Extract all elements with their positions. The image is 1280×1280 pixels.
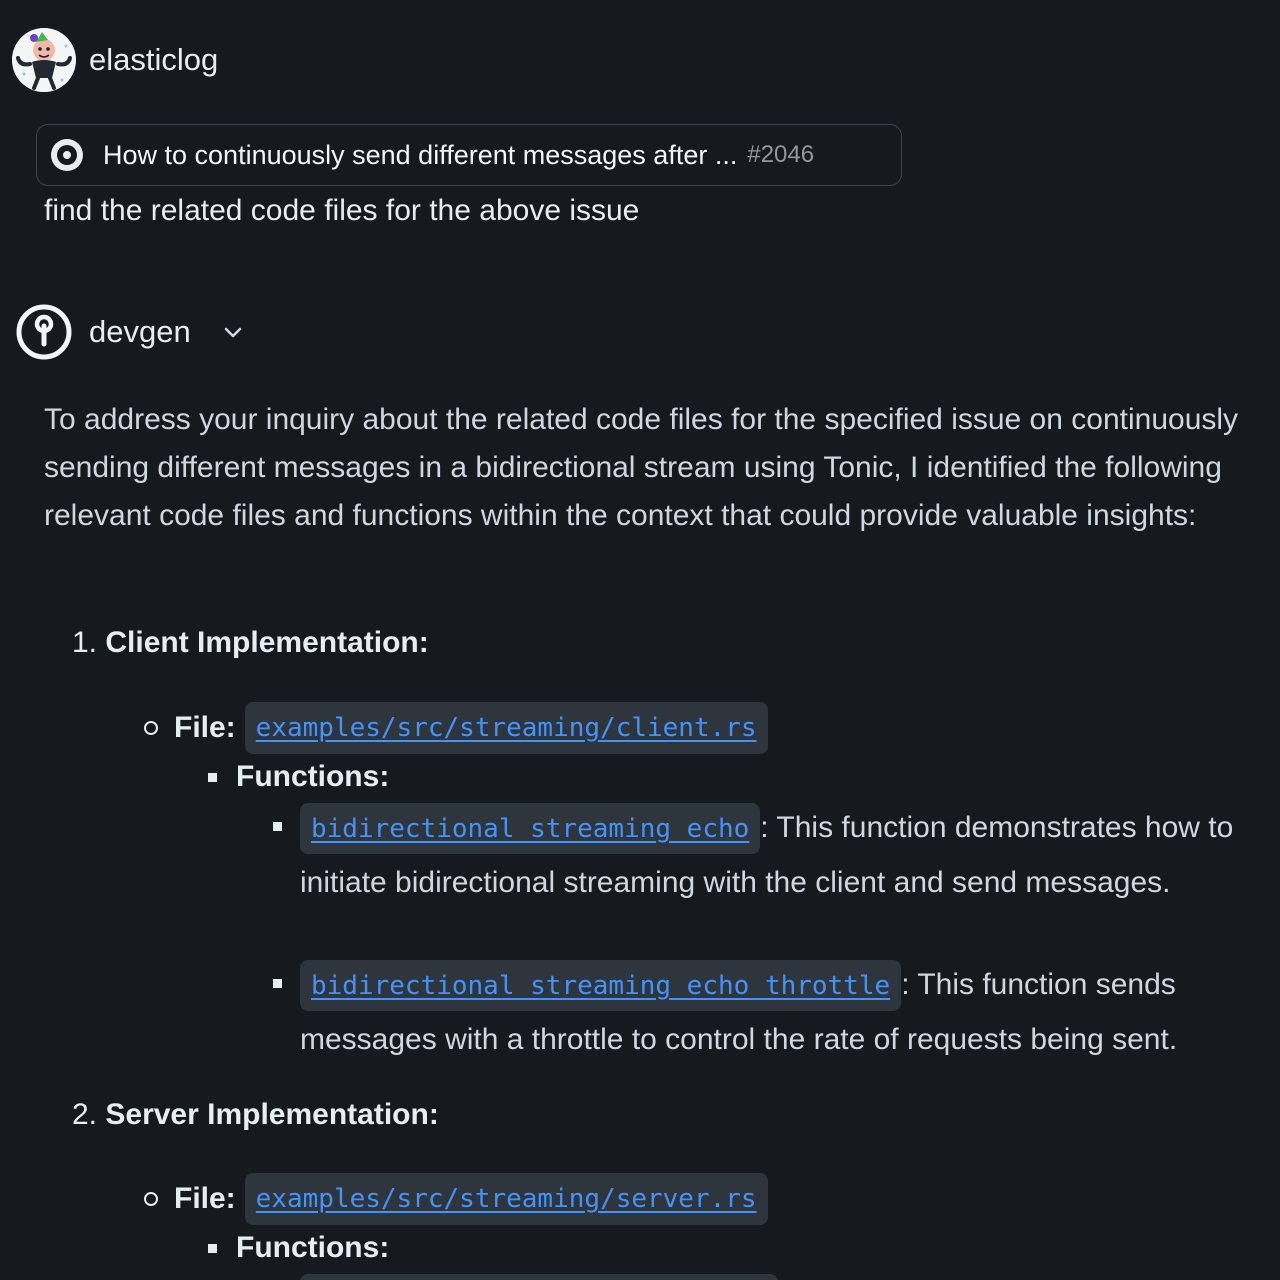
file-label: File:	[174, 1182, 236, 1215]
section-heading-client: 1. Client Implementation:	[72, 626, 429, 660]
assistant-answer: To address your inquiry about the relate…	[44, 396, 1280, 540]
issue-open-icon	[51, 139, 83, 171]
square-bullet-icon	[208, 1243, 217, 1253]
answer-intro: To address your inquiry about the relate…	[44, 403, 1239, 532]
functions-label: Functions:	[236, 760, 390, 793]
devgen-logo-icon	[16, 304, 72, 360]
user-avatar[interactable]	[12, 28, 76, 92]
functions-row-client: Functions:	[208, 760, 389, 794]
assistant-header: devgen	[16, 304, 245, 360]
user-header: elasticlog	[12, 28, 218, 92]
section-heading-server: 2. Server Implementation:	[72, 1098, 439, 1132]
file-link-server[interactable]: examples/src/streaming/server.rs	[256, 1184, 757, 1214]
hollow-bullet-icon	[144, 1192, 158, 1206]
issue-number: #2046	[747, 141, 815, 168]
section-index: 2.	[72, 1098, 98, 1131]
file-link-client[interactable]: examples/src/streaming/client.rs	[256, 713, 757, 743]
file-link-chip[interactable]: examples/src/streaming/server.rs	[244, 1173, 768, 1225]
file-label: File:	[174, 711, 236, 744]
assistant-name[interactable]: devgen	[89, 314, 191, 350]
functions-row-server: Functions:	[208, 1231, 389, 1265]
function-item: bidirectional_streaming_echo: This funct…	[273, 801, 1275, 909]
file-link-chip[interactable]: examples/src/streaming/client.rs	[244, 702, 768, 754]
file-row-server: File: examples/src/streaming/server.rs	[144, 1173, 768, 1225]
issue-title: How to continuously send different messa…	[103, 139, 738, 170]
function-link-chip-partial[interactable]	[300, 1274, 778, 1280]
hollow-bullet-icon	[144, 721, 158, 735]
user-name[interactable]: elasticlog	[89, 42, 218, 78]
function-link[interactable]: bidirectional_streaming_echo_throttle	[311, 971, 890, 1001]
chevron-down-icon[interactable]	[221, 320, 245, 344]
file-row-client: File: examples/src/streaming/client.rs	[144, 702, 768, 754]
square-bullet-icon	[208, 772, 217, 782]
function-link-chip[interactable]: bidirectional_streaming_echo	[300, 803, 761, 854]
function-link[interactable]: bidirectional_streaming_echo	[311, 814, 749, 844]
function-link-chip[interactable]: bidirectional_streaming_echo_throttle	[300, 960, 902, 1011]
section-index: 1.	[72, 626, 98, 659]
user-prompt: find the related code files for the abov…	[44, 194, 640, 227]
function-item: bidirectional_streaming_echo_throttle: T…	[273, 958, 1275, 1066]
square-bullet-icon	[273, 979, 282, 988]
section-title: Server Implementation:	[105, 1098, 439, 1131]
issue-reference-chip[interactable]: How to continuously send different messa…	[36, 124, 902, 186]
section-title: Client Implementation:	[105, 626, 429, 659]
functions-label: Functions:	[236, 1231, 390, 1264]
square-bullet-icon	[273, 822, 282, 831]
